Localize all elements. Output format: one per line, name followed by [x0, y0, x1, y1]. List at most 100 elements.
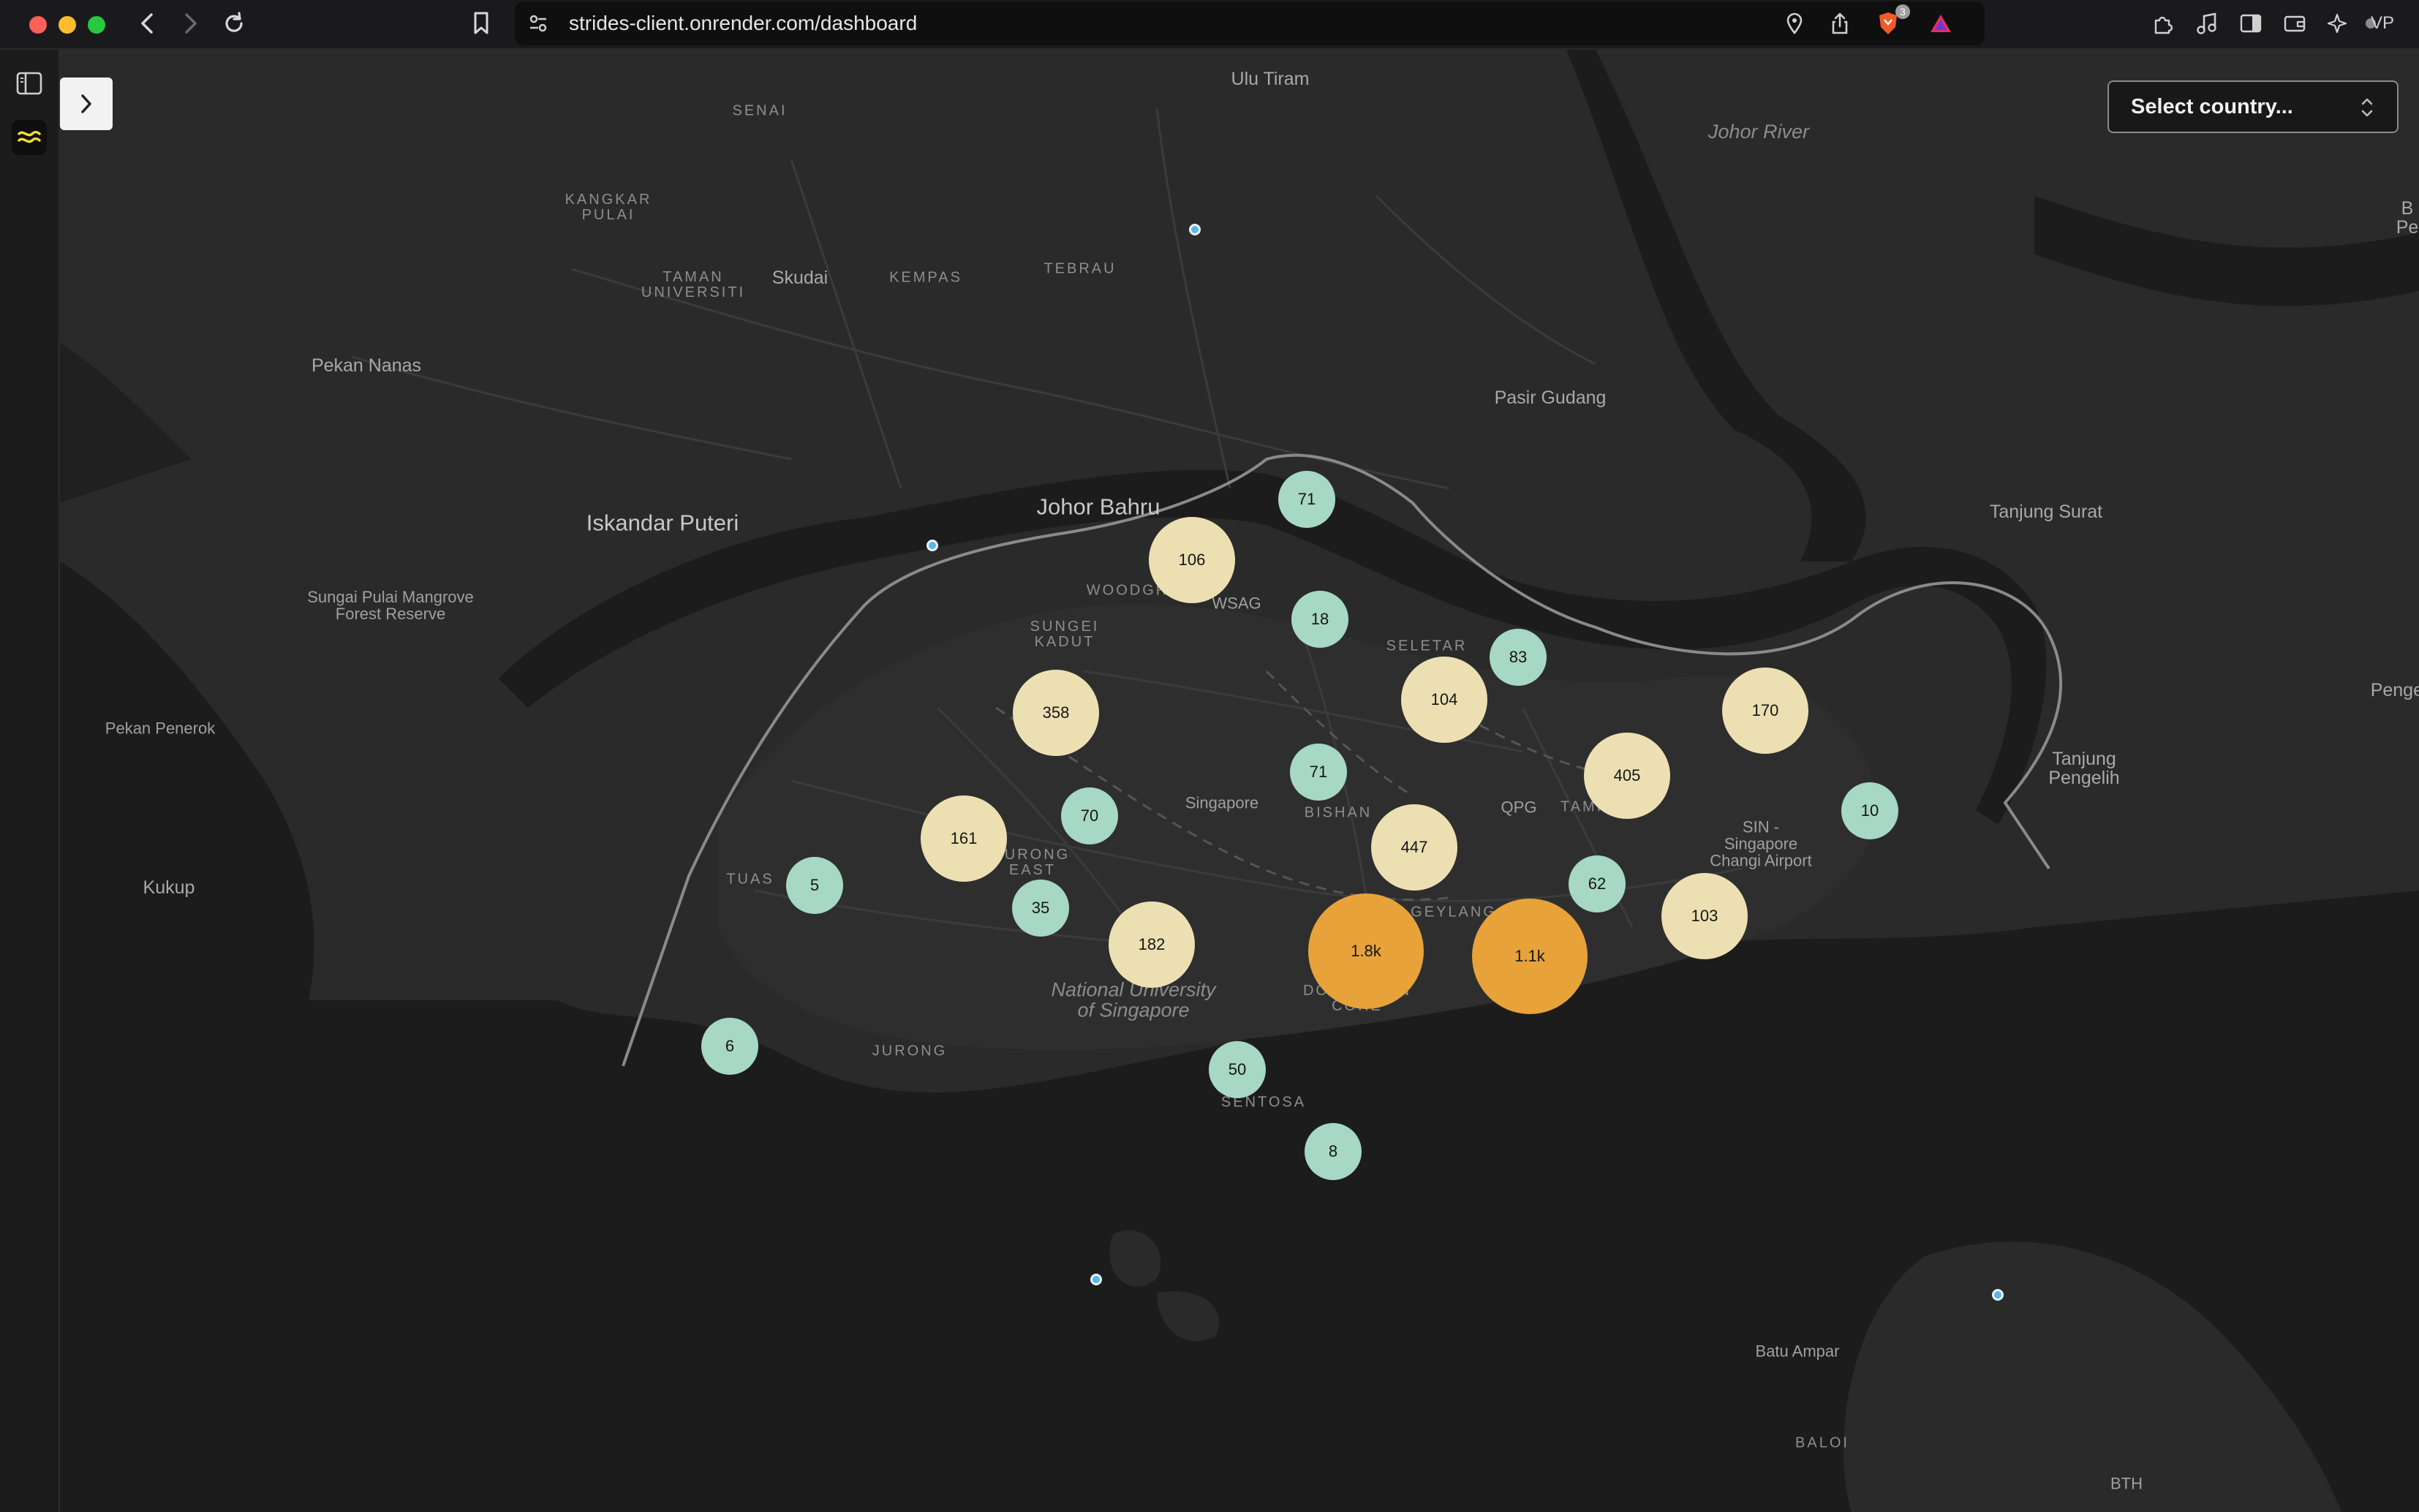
place-label: SUNGEI KADUT — [1030, 619, 1100, 650]
share-icon[interactable] — [1827, 10, 1853, 37]
place-label: TAMAN UNIVERSITI — [641, 269, 746, 300]
bookmark-icon — [474, 12, 488, 34]
place-label: SELETAR — [1386, 638, 1468, 654]
zoom-window-button[interactable] — [88, 16, 105, 34]
cluster-count: 447 — [1400, 838, 1428, 856]
cluster-marker[interactable]: 106 — [1149, 517, 1235, 603]
cluster-count: 1.8k — [1351, 942, 1381, 960]
cluster-count: 71 — [1309, 763, 1328, 781]
cluster-count: 71 — [1297, 490, 1316, 508]
chevron-right-icon — [81, 94, 91, 113]
address-bar[interactable]: strides-client.onrender.com/dashboard — [515, 1, 1985, 45]
cluster-marker[interactable]: 83 — [1490, 629, 1547, 686]
cluster-count: 5 — [810, 876, 820, 894]
bookmark-button[interactable] — [465, 7, 497, 39]
cluster-marker[interactable]: 161 — [921, 795, 1007, 882]
place-label: Ulu Tiram — [1231, 68, 1310, 89]
cluster-count: 182 — [1138, 935, 1166, 953]
place-label: SENAI — [732, 102, 788, 119]
place-label: Tanjung Pengelih — [2048, 748, 2120, 788]
sidebar-toggle-icon[interactable] — [2236, 9, 2265, 38]
wallet-icon[interactable] — [2280, 9, 2309, 38]
minimize-window-button[interactable] — [59, 16, 76, 34]
place-label: BTH — [2110, 1474, 2143, 1493]
cluster-marker[interactable]: 71 — [1290, 744, 1347, 801]
leo-ai-icon[interactable] — [2324, 9, 2353, 38]
cluster-marker[interactable]: 182 — [1109, 901, 1195, 988]
back-button[interactable] — [132, 7, 164, 39]
cluster-count: 70 — [1080, 806, 1099, 825]
place-label: National University of Singapore — [1051, 978, 1216, 1021]
cluster-count: 103 — [1691, 907, 1718, 925]
place-label: Skudai — [771, 267, 829, 288]
cluster-count: 50 — [1228, 1060, 1247, 1078]
cluster-marker[interactable]: 5 — [786, 857, 843, 914]
country-select[interactable]: Select country... — [2107, 80, 2399, 133]
place-label: JURONG EAST — [995, 847, 1071, 878]
chevron-left-icon — [141, 13, 153, 34]
url-text[interactable]: strides-client.onrender.com/dashboard — [569, 12, 917, 35]
nav-item-dashboard[interactable] — [12, 120, 47, 155]
place-label: B Pe — [2396, 197, 2419, 238]
cluster-count: 83 — [1509, 648, 1528, 666]
shield-count-badge: 3 — [1895, 4, 1910, 19]
cluster-count: 104 — [1430, 690, 1458, 708]
location-pin-icon[interactable] — [1781, 10, 1808, 37]
place-label: JURONG — [872, 1043, 948, 1059]
point-marker[interactable] — [927, 540, 938, 551]
cluster-marker[interactable]: 71 — [1278, 471, 1335, 528]
place-label: Pekan Penerok — [105, 719, 216, 738]
site-settings-icon[interactable] — [525, 10, 551, 37]
browser-toolbar: strides-client.onrender.com/dashboard 3 … — [0, 0, 2419, 50]
place-label: TUAS — [726, 871, 774, 888]
reload-button[interactable] — [218, 7, 250, 39]
cluster-marker[interactable]: 62 — [1569, 855, 1626, 912]
toggle-sidebar-button[interactable] — [12, 66, 47, 101]
forward-button[interactable] — [174, 7, 206, 39]
point-marker[interactable] — [1992, 1289, 2004, 1301]
place-label: Kukup — [143, 877, 195, 898]
place-label: Singapore — [1185, 793, 1259, 812]
strides-logo-icon — [18, 131, 41, 143]
cluster-marker[interactable]: 70 — [1061, 787, 1118, 844]
place-label: Johor Bahru — [1036, 494, 1161, 520]
cluster-marker[interactable]: 170 — [1722, 668, 1808, 754]
cluster-count: 18 — [1310, 610, 1329, 628]
cluster-count: 10 — [1860, 801, 1879, 820]
cluster-marker[interactable]: 50 — [1209, 1041, 1266, 1098]
map-canvas[interactable]: Select country... Ulu Tiram SENAI Johor Ri… — [60, 50, 2419, 1512]
place-label: Sungai Pulai Mangrove Forest Reserve — [307, 587, 474, 623]
chevron-up-down-icon — [2359, 95, 2375, 124]
cluster-count: 106 — [1178, 551, 1206, 569]
music-icon[interactable] — [2192, 9, 2222, 38]
cluster-marker[interactable]: 18 — [1291, 591, 1348, 648]
close-window-button[interactable] — [29, 16, 47, 34]
cluster-marker[interactable]: 1.1k — [1472, 899, 1588, 1014]
cluster-marker[interactable]: 104 — [1401, 657, 1487, 743]
sidebar-panel-icon — [16, 72, 42, 95]
expand-panel-button[interactable] — [60, 78, 113, 130]
point-marker[interactable] — [1189, 224, 1201, 235]
cluster-marker[interactable]: 10 — [1841, 782, 1898, 839]
cluster-marker[interactable]: 447 — [1371, 804, 1457, 891]
place-label: Pekan Nanas — [311, 355, 422, 376]
cluster-count: 405 — [1613, 766, 1641, 785]
vpn-label[interactable]: VP — [2371, 13, 2394, 34]
cluster-marker[interactable]: 405 — [1584, 733, 1670, 819]
cluster-marker[interactable]: 103 — [1661, 873, 1748, 959]
cluster-marker[interactable]: 6 — [701, 1018, 758, 1075]
extensions-icon[interactable] — [2148, 9, 2178, 38]
cluster-marker[interactable]: 1.8k — [1308, 893, 1424, 1009]
cluster-marker[interactable]: 8 — [1305, 1123, 1362, 1180]
brave-rewards-icon[interactable] — [1928, 10, 1954, 37]
place-label: KEMPAS — [889, 269, 962, 286]
place-label: TEBRAU — [1044, 260, 1117, 277]
cluster-marker[interactable]: 358 — [1013, 670, 1099, 756]
point-marker[interactable] — [1090, 1274, 1102, 1285]
place-label: BISHAN — [1304, 804, 1373, 821]
cluster-marker[interactable]: 35 — [1012, 880, 1069, 937]
cluster-count: 358 — [1042, 703, 1070, 722]
cluster-count: 6 — [725, 1037, 735, 1055]
place-label: Tanjung Surat — [1989, 501, 2103, 522]
place-label: BALOI — [1795, 1434, 1849, 1451]
